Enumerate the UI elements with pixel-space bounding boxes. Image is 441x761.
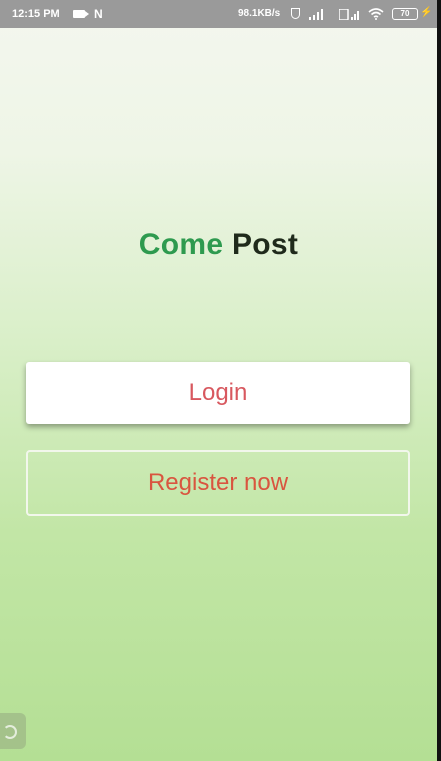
wifi-icon xyxy=(368,8,384,20)
video-camera-icon xyxy=(73,10,89,18)
floating-handle[interactable] xyxy=(0,713,26,749)
login-button[interactable]: Login xyxy=(26,362,410,424)
signal-icon xyxy=(309,9,323,20)
shield-icon xyxy=(291,8,300,19)
notification-letter-icon: N xyxy=(94,7,103,21)
status-time: 12:15 PM xyxy=(12,8,60,20)
register-button[interactable]: Register now xyxy=(26,450,410,516)
login-button-label: Login xyxy=(188,379,248,406)
register-button-label: Register now xyxy=(147,469,289,496)
app-screen: 12:15 PM N 98.1KB/s 70 ⚡ Come Post Login… xyxy=(0,0,437,761)
app-title-come: Come xyxy=(138,228,224,261)
app-title-post: Post xyxy=(231,228,299,261)
app-title: Come Post xyxy=(0,228,437,262)
battery-icon: 70 xyxy=(392,8,418,20)
signal-icon xyxy=(339,9,359,20)
charging-bolt-icon: ⚡ xyxy=(420,7,433,18)
network-speed: 98.1KB/s xyxy=(238,8,281,19)
status-bar: 12:15 PM N 98.1KB/s 70 ⚡ xyxy=(0,0,437,28)
screen-edge xyxy=(437,0,441,761)
